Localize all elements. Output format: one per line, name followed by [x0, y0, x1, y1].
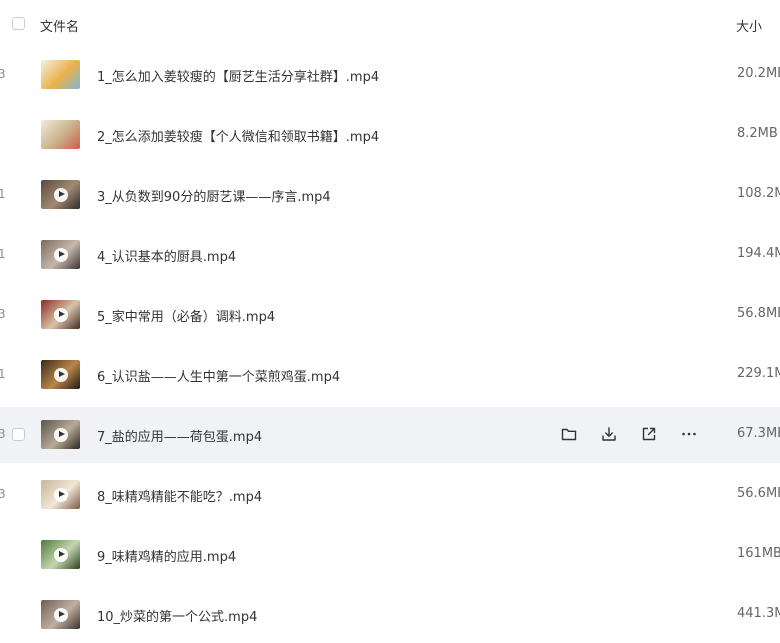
column-header-size[interactable]: 大小	[736, 16, 762, 35]
video-thumbnail[interactable]	[41, 120, 80, 149]
file-row[interactable]: 3 1_怎么加入姜较瘦的【厨艺生活分享社群】.mp4 20.2MB	[0, 47, 780, 103]
play-icon	[53, 247, 68, 262]
row-checkbox[interactable]	[12, 428, 25, 441]
more-icon[interactable]	[680, 425, 698, 443]
video-thumbnail[interactable]	[41, 600, 80, 629]
clipped-column-text: 1	[0, 187, 6, 201]
video-thumbnail[interactable]	[41, 540, 80, 569]
file-size: 161MB	[737, 546, 780, 561]
video-thumbnail[interactable]	[41, 180, 80, 209]
play-icon	[53, 547, 68, 562]
file-row[interactable]: 9_味精鸡精的应用.mp4 161MB	[0, 527, 780, 583]
file-name[interactable]: 10_炒菜的第一个公式.mp4	[97, 606, 257, 625]
file-name[interactable]: 9_味精鸡精的应用.mp4	[97, 546, 236, 565]
file-name[interactable]: 5_家中常用（必备）调料.mp4	[97, 306, 275, 325]
file-size: 229.1MB	[737, 366, 780, 381]
share-icon[interactable]	[640, 425, 658, 443]
play-icon	[53, 607, 68, 622]
file-name[interactable]: 7_盐的应用——荷包蛋.mp4	[97, 426, 262, 445]
file-list-header: 文件名 大小	[0, 0, 780, 46]
clipped-column-text: 1	[0, 247, 6, 261]
file-size: 194.4MB	[737, 246, 780, 261]
row-actions	[560, 425, 700, 445]
file-row[interactable]: 3 5_家中常用（必备）调料.mp4 56.8MB	[0, 287, 780, 343]
download-icon[interactable]	[600, 425, 618, 443]
file-name[interactable]: 6_认识盐——人生中第一个菜煎鸡蛋.mp4	[97, 366, 340, 385]
clipped-column-text: 1	[0, 367, 6, 381]
video-thumbnail[interactable]	[41, 240, 80, 269]
video-thumbnail[interactable]	[41, 60, 80, 89]
play-icon	[53, 187, 68, 202]
file-row[interactable]: 2_怎么添加姜较瘦【个人微信和领取书籍】.mp4 8.2MB	[0, 107, 780, 163]
video-thumbnail[interactable]	[41, 480, 80, 509]
video-thumbnail[interactable]	[41, 420, 80, 449]
video-thumbnail[interactable]	[41, 360, 80, 389]
video-thumbnail[interactable]	[41, 300, 80, 329]
file-row[interactable]: 10_炒菜的第一个公式.mp4 441.3MB	[0, 587, 780, 643]
play-icon	[53, 487, 68, 502]
clipped-column-text: 3	[0, 307, 6, 321]
file-name[interactable]: 2_怎么添加姜较瘦【个人微信和领取书籍】.mp4	[97, 126, 379, 145]
folder-icon[interactable]	[560, 425, 578, 443]
select-all-checkbox[interactable]	[12, 17, 25, 30]
file-name[interactable]: 8_味精鸡精能不能吃？.mp4	[97, 486, 262, 505]
file-size: 441.3MB	[737, 606, 780, 621]
file-size: 56.6MB	[737, 486, 780, 501]
file-row[interactable]: 1 6_认识盐——人生中第一个菜煎鸡蛋.mp4 229.1MB	[0, 347, 780, 403]
clipped-column-text: 3	[0, 427, 6, 441]
file-size: 8.2MB	[737, 126, 778, 141]
clipped-column-text: 3	[0, 487, 6, 501]
file-row[interactable]: 3 7_盐的应用——荷包蛋.mp4 67.3MB	[0, 407, 780, 463]
file-row[interactable]: 1 3_从负数到90分的厨艺课——序言.mp4 108.2MB	[0, 167, 780, 223]
file-row[interactable]: 3 8_味精鸡精能不能吃？.mp4 56.6MB	[0, 467, 780, 523]
play-icon	[53, 367, 68, 382]
clipped-column-text: 3	[0, 67, 6, 81]
file-size: 67.3MB	[737, 426, 780, 441]
column-header-name[interactable]: 文件名	[40, 16, 79, 35]
file-name[interactable]: 1_怎么加入姜较瘦的【厨艺生活分享社群】.mp4	[97, 66, 379, 85]
play-icon	[53, 307, 68, 322]
play-icon	[53, 427, 68, 442]
file-size: 108.2MB	[737, 186, 780, 201]
file-name[interactable]: 3_从负数到90分的厨艺课——序言.mp4	[97, 186, 331, 205]
file-row[interactable]: 1 4_认识基本的厨具.mp4 194.4MB	[0, 227, 780, 283]
file-name[interactable]: 4_认识基本的厨具.mp4	[97, 246, 236, 265]
file-size: 56.8MB	[737, 306, 780, 321]
file-size: 20.2MB	[737, 66, 780, 81]
